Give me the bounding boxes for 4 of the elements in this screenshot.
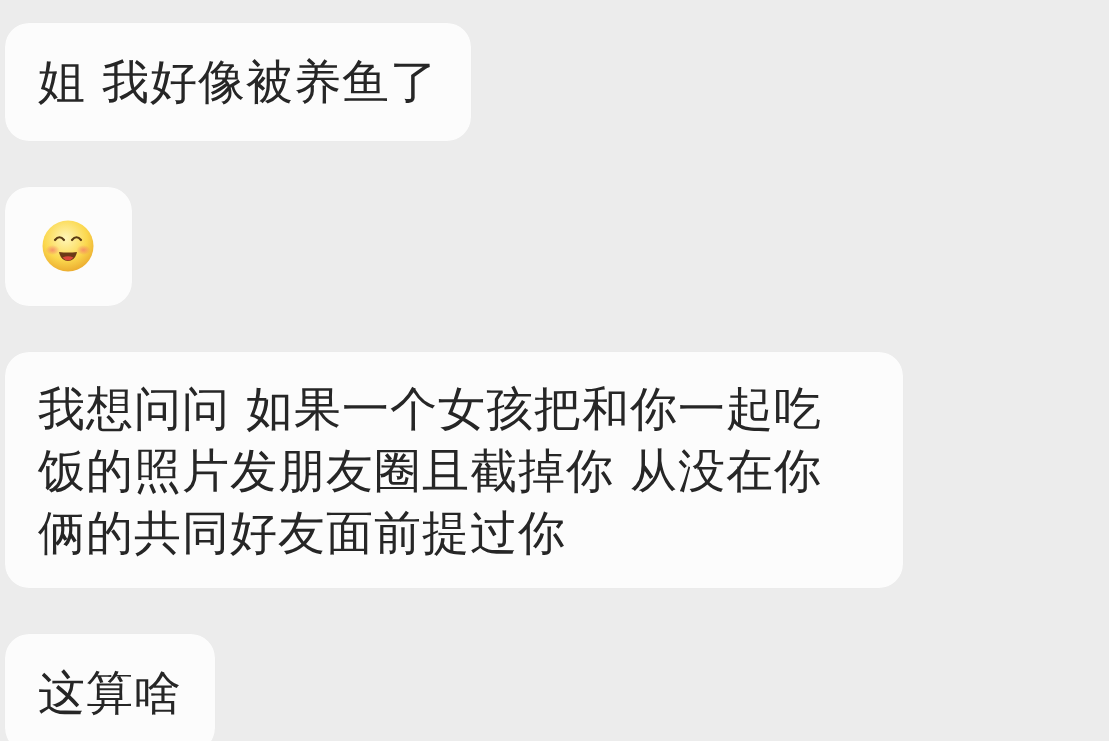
- message-text: 姐 我好像被养鱼了: [38, 53, 438, 111]
- message-text: 我想问问 如果一个女孩把和你一起吃饭的照片发朋友圈且截掉你 从没在你俩的共同好友面前提过你: [38, 380, 823, 562]
- smiling-face-icon: [42, 220, 94, 272]
- message-text: 这算啥: [38, 664, 182, 722]
